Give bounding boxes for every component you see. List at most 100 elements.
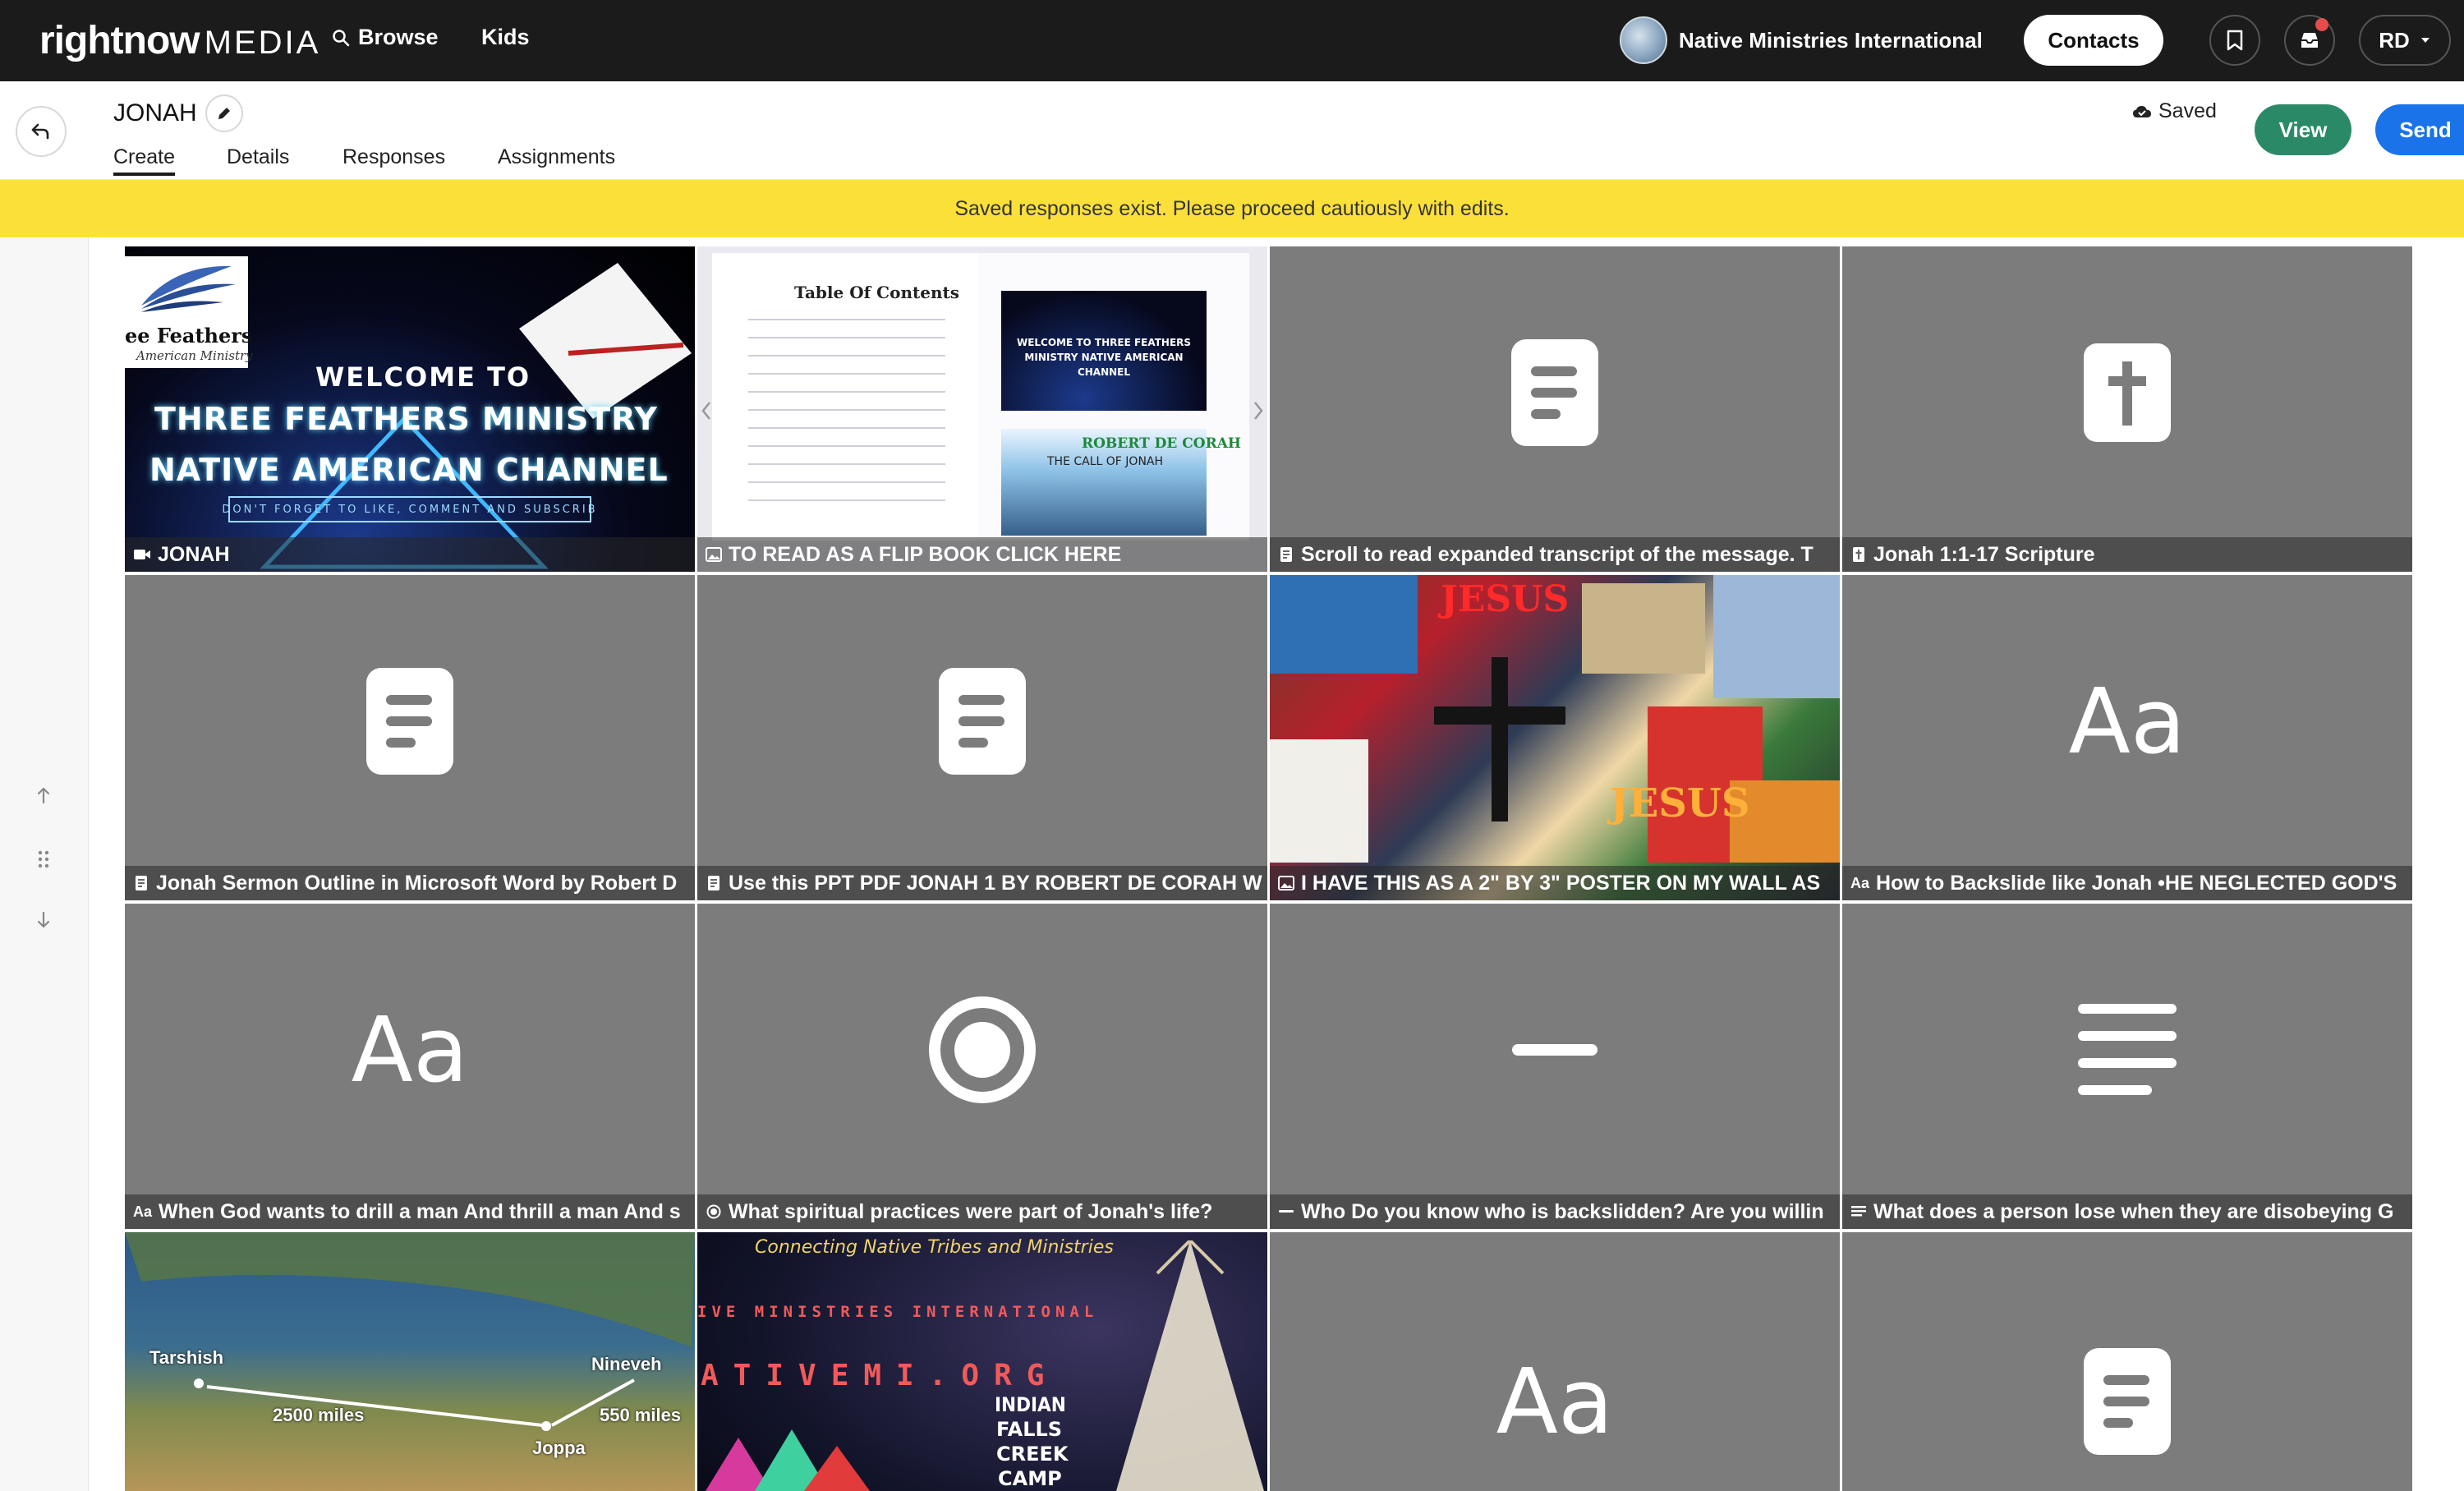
- bookmark-button[interactable]: [2209, 15, 2260, 66]
- content-grid: ee Feathers American Ministry WELCOME TO…: [125, 246, 2412, 1491]
- contacts-button[interactable]: Contacts: [2024, 15, 2163, 66]
- certificate-scroll-icon: [519, 263, 692, 419]
- user-menu-button[interactable]: RD: [2359, 15, 2451, 66]
- collage-panel: [1582, 583, 1705, 674]
- browse-label: Browse: [358, 25, 439, 49]
- tile-caption: Use this PPT PDF JONAH 1 BY ROBERT DE CO…: [697, 866, 1267, 900]
- tile-title: Scroll to read expanded transcript of th…: [1301, 542, 1814, 566]
- image-icon: [1278, 876, 1294, 890]
- tile-drill-text[interactable]: Aa Aa When God wants to drill a man And …: [125, 904, 695, 1229]
- user-initials: RD: [2379, 27, 2410, 53]
- text-block-icon: Aa: [1496, 1348, 1614, 1454]
- browse-link[interactable]: Browse: [332, 25, 439, 50]
- tile-document[interactable]: [1842, 1232, 2412, 1491]
- tile-jonah-map[interactable]: Tarshish Nineveh Joppa 2500 miles 550 mi…: [125, 1232, 695, 1491]
- tile-jonah-video[interactable]: ee Feathers American Ministry WELCOME TO…: [125, 246, 695, 572]
- arrow-down-icon: [37, 911, 50, 928]
- toc-lines: [748, 319, 945, 516]
- tile-spiritual-practices[interactable]: What spiritual practices were part of Jo…: [697, 904, 1267, 1229]
- collage-panel: [1270, 575, 1418, 674]
- toc-heading: Table Of Contents: [794, 283, 959, 302]
- mini-welcome-text: WELCOME TO THREE FEATHERS MINISTRY NATIV…: [1016, 337, 1192, 378]
- tile-title: When God wants to drill a man And thrill…: [159, 1199, 681, 1223]
- text-block-icon: Aa: [2068, 669, 2186, 775]
- doc-icon: [133, 875, 149, 891]
- notification-dot: [2315, 18, 2328, 31]
- image-icon: [706, 547, 722, 562]
- tile-caption: Aa How to Backslide like Jonah •HE NEGLE…: [1842, 866, 2412, 900]
- map-label-joppa: Joppa: [532, 1438, 586, 1458]
- notifications-button[interactable]: [2284, 15, 2335, 66]
- tab-assignments[interactable]: Assignments: [498, 145, 615, 169]
- tile-title: Who Do you know who is backslidden? Are …: [1301, 1199, 1824, 1223]
- tile-poster[interactable]: JESUS JESUS I HAVE THIS AS A 2" BY 3" PO…: [1270, 575, 1840, 900]
- text-block-icon: Aa: [351, 997, 469, 1103]
- native-line-6: CAMP: [998, 1467, 1062, 1490]
- view-button[interactable]: View: [2255, 104, 2351, 155]
- cross-icon: [1434, 657, 1565, 821]
- welcome-line-3: NATIVE AMERICAN CHANNEL: [149, 452, 669, 488]
- back-button[interactable]: [16, 106, 67, 157]
- rightnow-media-logo[interactable]: rightnow MEDIA: [39, 18, 320, 63]
- collage-word: JESUS: [1441, 578, 1570, 620]
- tipi-icon: [1116, 1240, 1264, 1491]
- banner-message: Saved responses exist. Please proceed ca…: [954, 196, 1510, 220]
- view-label: View: [2278, 117, 2328, 142]
- logo-wordmark: rightnow: [39, 19, 200, 62]
- warning-banner: Saved responses exist. Please proceed ca…: [0, 180, 2464, 237]
- tile-disobeying-question[interactable]: What does a person lose when they are di…: [1842, 904, 2412, 1229]
- move-up-button[interactable]: [30, 781, 57, 809]
- tile-title: What does a person lose when they are di…: [1873, 1199, 2394, 1223]
- send-button[interactable]: Send: [2375, 104, 2464, 155]
- tile-native-ministries[interactable]: Connecting Native Tribes and Ministries …: [697, 1232, 1267, 1491]
- doc-icon: [1278, 546, 1294, 563]
- tile-scripture[interactable]: Jonah 1:1-17 Scripture: [1842, 246, 2412, 572]
- tab-responses[interactable]: Responses: [342, 145, 445, 169]
- tile-caption: What spiritual practices were part of Jo…: [697, 1194, 1267, 1229]
- chevron-left-icon[interactable]: [701, 399, 712, 422]
- move-down-button[interactable]: [30, 906, 57, 934]
- tile-flip-book[interactable]: Table Of Contents WELCOME TO THREE FEATH…: [697, 246, 1267, 572]
- chevron-right-icon[interactable]: [1253, 399, 1264, 422]
- text-icon: Aa: [133, 1203, 153, 1220]
- pencil-icon: [218, 108, 230, 119]
- doc-icon: [706, 875, 722, 891]
- tile-sermon-outline[interactable]: Jonah Sermon Outline in Microsoft Word b…: [125, 575, 695, 900]
- tile-caption: Jonah 1:1-17 Scripture: [1842, 537, 2412, 572]
- native-line-2: ATIVEMI.ORG: [701, 1359, 1060, 1392]
- kids-label: Kids: [481, 25, 530, 49]
- tile-caption: What does a person lose when they are di…: [1842, 1194, 2412, 1229]
- native-ministries-image: Connecting Native Tribes and Ministries …: [697, 1232, 1267, 1491]
- kids-link[interactable]: Kids: [481, 25, 530, 50]
- collage-panel: [1713, 575, 1840, 698]
- short-answer-icon: [1278, 1209, 1294, 1214]
- native-line-3: INDIAN: [995, 1393, 1066, 1416]
- tile-ppt-pdf[interactable]: Use this PPT PDF JONAH 1 BY ROBERT DE CO…: [697, 575, 1267, 900]
- tile-caption: TO READ AS A FLIP BOOK CLICK HERE: [697, 537, 1267, 572]
- radio-icon: [706, 1204, 722, 1219]
- tile-title: I HAVE THIS AS A 2" BY 3" POSTER ON MY W…: [1301, 871, 1821, 895]
- call-of-jonah-cover: ROBERT DE CORAH THE CALL OF JONAH: [1001, 429, 1241, 536]
- org-name: Native Ministries International: [1679, 27, 1983, 53]
- document-icon: [2084, 1347, 2171, 1455]
- top-nav: rightnow MEDIA Browse Kids Native Ministr…: [0, 0, 2464, 81]
- tile-caption: Scroll to read expanded transcript of th…: [1270, 537, 1840, 572]
- saved-status: Saved: [2132, 99, 2217, 123]
- org-switcher[interactable]: Native Ministries International: [1620, 16, 1983, 64]
- native-line-1: IVE MINISTRIES INTERNATIONAL: [697, 1303, 1099, 1321]
- native-line-5: CREEK: [996, 1443, 1069, 1466]
- tab-details[interactable]: Details: [227, 145, 289, 169]
- tab-create[interactable]: Create: [113, 145, 176, 176]
- tile-text-block[interactable]: Aa: [1270, 1232, 1840, 1491]
- flip-book-thumbnail: Table Of Contents WELCOME TO THREE FEATH…: [697, 246, 1267, 572]
- mediterranean-map-image: Tarshish Nineveh Joppa 2500 miles 550 mi…: [125, 1232, 695, 1491]
- collage-panel: [1270, 739, 1368, 863]
- tile-title: JONAH: [158, 542, 230, 566]
- cloud-check-icon: [2133, 105, 2151, 117]
- brand-name: ee Feathers: [125, 324, 253, 347]
- edit-title-button[interactable]: [205, 94, 243, 132]
- tile-backslide-text[interactable]: Aa Aa How to Backslide like Jonah •HE NE…: [1842, 575, 2412, 900]
- tile-backslidden-question[interactable]: Who Do you know who is backslidden? Are …: [1270, 904, 1840, 1229]
- tile-transcript[interactable]: Scroll to read expanded transcript of th…: [1270, 246, 1840, 572]
- drag-handle[interactable]: [30, 845, 57, 873]
